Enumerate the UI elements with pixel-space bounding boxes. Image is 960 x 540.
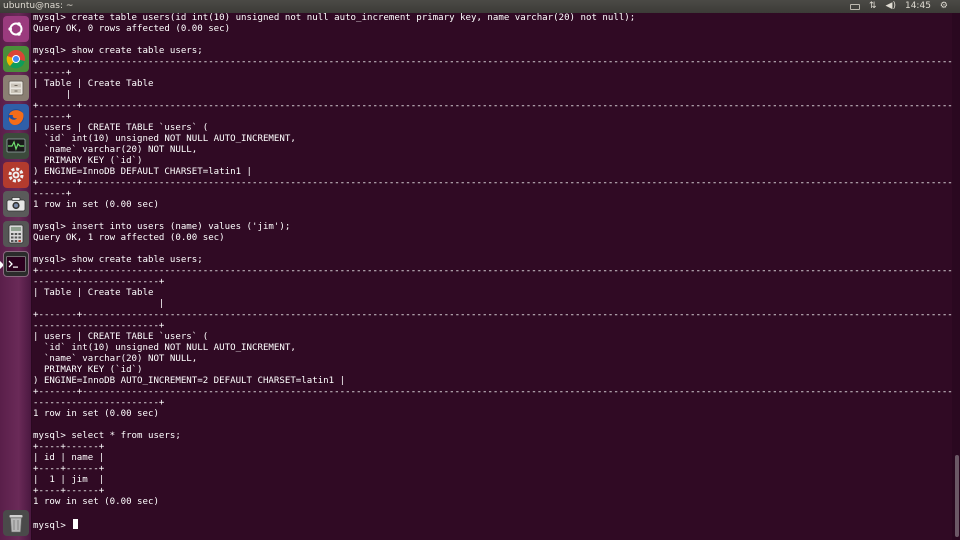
terminal-line: `id` int(10) unsigned NOT NULL AUTO_INCR… [33, 343, 296, 353]
launcher-item-system-settings[interactable] [3, 162, 29, 188]
terminal-line: ) ENGINE=InnoDB AUTO_INCREMENT=2 DEFAULT… [33, 376, 346, 386]
terminal-line: ------+ [33, 112, 72, 122]
camera-icon [6, 197, 26, 212]
trash-icon [9, 515, 23, 533]
terminal-output[interactable]: mysql> create table users(id int(10) uns… [33, 13, 952, 540]
terminal-text: mysql> create table users(id int(10) uns… [33, 13, 952, 519]
terminal-line: ------+ [33, 68, 72, 78]
top-panel: ubuntu@nas: ~ ⇅ ◀) 14:45 ⚙ [0, 0, 960, 13]
terminal-line: +----+------+ [33, 486, 105, 496]
terminal-line: | users | CREATE TABLE `users` ( [33, 123, 209, 133]
terminal-line: mysql> create table users(id int(10) uns… [33, 13, 636, 23]
launcher-item-firefox[interactable] [3, 104, 29, 130]
file-cabinet-icon [8, 80, 24, 96]
launcher-item-chrome[interactable] [3, 46, 29, 72]
window-title: ubuntu@nas: ~ [3, 1, 74, 11]
volume-icon[interactable]: ◀) [886, 0, 896, 13]
terminal-line: | Table | Create Table [33, 288, 154, 298]
calculator-icon [8, 224, 24, 244]
keyboard-icon[interactable] [850, 4, 860, 10]
terminal-prompt: mysql> [33, 521, 72, 531]
chrome-icon [6, 50, 25, 69]
launcher-item-trash[interactable] [3, 510, 29, 536]
terminal-line: 1 row in set (0.00 sec) [33, 497, 159, 507]
launcher-item-calculator[interactable] [3, 221, 29, 247]
terminal-line: | [33, 90, 72, 100]
launcher-item-files[interactable] [3, 75, 29, 101]
terminal-icon [6, 256, 26, 272]
terminal-line: 1 row in set (0.00 sec) [33, 409, 159, 419]
terminal-line: ------+ [33, 189, 72, 199]
terminal-line: | Table | Create Table [33, 79, 154, 89]
terminal-prompt-line[interactable]: mysql> [33, 519, 952, 532]
clock[interactable]: 14:45 [905, 0, 931, 13]
ubuntu-logo-icon [8, 22, 23, 36]
terminal-line: +----+------+ [33, 464, 105, 474]
terminal-line: | id | name | [33, 453, 105, 463]
launcher-item-system-monitor[interactable] [3, 133, 29, 159]
terminal-line: -----------------------+ [33, 398, 165, 408]
terminal-line: 1 row in set (0.00 sec) [33, 200, 159, 210]
terminal-line: +-------+-------------------------------… [33, 101, 952, 111]
terminal-line: | users | CREATE TABLE `users` ( [33, 332, 209, 342]
terminal-line: mysql> show create table users; [33, 46, 203, 56]
terminal-line: Query OK, 1 row affected (0.00 sec) [33, 233, 225, 243]
terminal-line: `name` varchar(20) NOT NULL, [33, 354, 198, 364]
terminal-scrollbar[interactable] [952, 13, 960, 540]
launcher-item-dash-home[interactable] [3, 16, 29, 42]
settings-gear-icon [8, 167, 24, 183]
terminal-line: mysql> show create table users; [33, 255, 203, 265]
terminal-line: -----------------------+ [33, 321, 165, 331]
terminal-line: | [33, 299, 165, 309]
launcher-item-terminal[interactable] [3, 251, 29, 277]
terminal-line: +----+------+ [33, 442, 105, 452]
launcher-item-camera[interactable] [3, 191, 29, 217]
terminal-line: PRIMARY KEY (`id`) [33, 365, 143, 375]
launcher [0, 13, 32, 540]
terminal-line: -----------------------+ [33, 277, 165, 287]
terminal-cursor [73, 519, 79, 529]
power-gear-icon[interactable]: ⚙ [940, 0, 948, 13]
terminal-line: | 1 | jim | [33, 475, 105, 485]
terminal-line: mysql> select * from users; [33, 431, 181, 441]
terminal-line: +-------+-------------------------------… [33, 387, 952, 397]
terminal-line: mysql> insert into users (name) values (… [33, 222, 291, 232]
terminal-line: ) ENGINE=InnoDB DEFAULT CHARSET=latin1 | [33, 167, 252, 177]
firefox-icon [8, 109, 24, 125]
terminal-line: `name` varchar(20) NOT NULL, [33, 145, 198, 155]
terminal-line: +-------+-------------------------------… [33, 178, 952, 188]
terminal-line: Query OK, 0 rows affected (0.00 sec) [33, 24, 231, 34]
terminal-line: `id` int(10) unsigned NOT NULL AUTO_INCR… [33, 134, 296, 144]
scrollbar-thumb[interactable] [955, 455, 959, 537]
terminal-line: +-------+-------------------------------… [33, 57, 952, 67]
terminal-line: +-------+-------------------------------… [33, 266, 952, 276]
terminal-line: PRIMARY KEY (`id`) [33, 156, 143, 166]
indicator-area: ⇅ ◀) 14:45 ⚙ [850, 0, 948, 13]
system-monitor-icon [6, 138, 26, 153]
terminal-line: +-------+-------------------------------… [33, 310, 952, 320]
network-icon[interactable]: ⇅ [869, 0, 877, 13]
